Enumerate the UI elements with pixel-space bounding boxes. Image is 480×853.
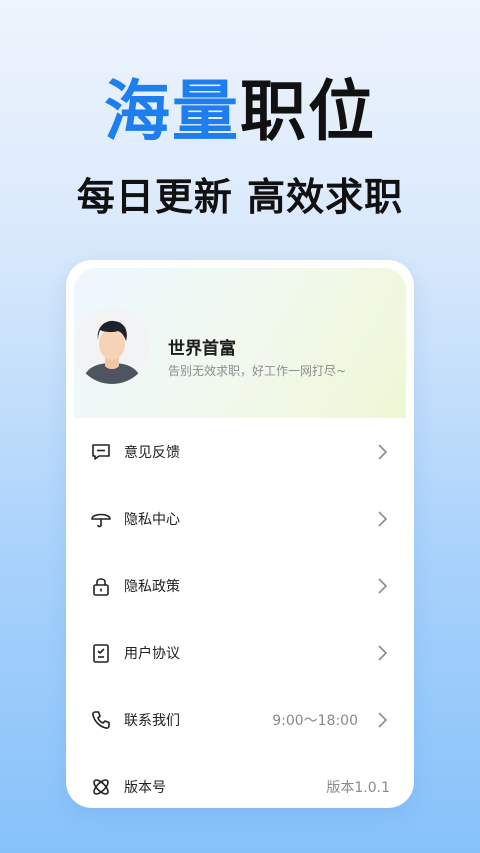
settings-menu: 意见反馈 隐私中心 隐私政策 用户协议 联系我们 9:00～18:00 版本号 … bbox=[66, 418, 414, 808]
menu-item-label: 版本号 bbox=[124, 780, 166, 796]
service-hours: 9:00～18:00 bbox=[272, 713, 358, 729]
hero-subtitle: 每日更新 高效求职 bbox=[76, 175, 404, 219]
hero-title-highlight: 海量 bbox=[104, 73, 240, 150]
avatar-illustration bbox=[74, 308, 150, 384]
chevron-right-icon bbox=[378, 444, 388, 460]
lock-icon bbox=[93, 578, 109, 596]
profile-header[interactable]: 世界首富 告别无效求职，好工作一网打尽~ bbox=[74, 268, 406, 418]
chevron-right-icon bbox=[378, 712, 388, 728]
menu-item-privacy-center[interactable]: 隐私中心 bbox=[66, 485, 414, 552]
menu-item-label: 用户协议 bbox=[124, 646, 180, 662]
version-number: 版本1.0.1 bbox=[326, 780, 390, 796]
hero-title: 海量职位 bbox=[0, 72, 480, 152]
umbrella-icon bbox=[91, 513, 111, 528]
version-icon bbox=[93, 779, 109, 795]
feedback-icon bbox=[92, 444, 110, 460]
hero-banner: 海量职位 每日更新 高效求职 bbox=[0, 72, 480, 221]
chevron-right-icon bbox=[378, 578, 388, 594]
menu-item-label: 隐私政策 bbox=[124, 579, 180, 595]
menu-item-version[interactable]: 版本号 版本1.0.1 bbox=[66, 753, 414, 808]
menu-item-feedback[interactable]: 意见反馈 bbox=[66, 418, 414, 485]
user-name: 世界首富 bbox=[168, 339, 236, 359]
chevron-right-icon bbox=[378, 511, 388, 527]
menu-item-user-agreement[interactable]: 用户协议 bbox=[66, 619, 414, 686]
menu-item-privacy-policy[interactable]: 隐私政策 bbox=[66, 552, 414, 619]
menu-item-label: 联系我们 bbox=[124, 713, 180, 729]
chevron-right-icon bbox=[378, 645, 388, 661]
phone-icon bbox=[92, 711, 110, 729]
clipboard-icon bbox=[93, 644, 109, 663]
menu-item-contact-us[interactable]: 联系我们 9:00～18:00 bbox=[66, 686, 414, 753]
menu-item-label: 意见反馈 bbox=[124, 445, 180, 461]
menu-item-label: 隐私中心 bbox=[124, 512, 180, 528]
settings-card: 世界首富 告别无效求职，好工作一网打尽~ 意见反馈 隐私中心 隐私政策 用户协议… bbox=[66, 260, 414, 808]
hero-title-rest: 职位 bbox=[240, 73, 376, 150]
user-bio: 告别无效求职，好工作一网打尽~ bbox=[168, 364, 347, 378]
avatar[interactable] bbox=[74, 308, 150, 384]
